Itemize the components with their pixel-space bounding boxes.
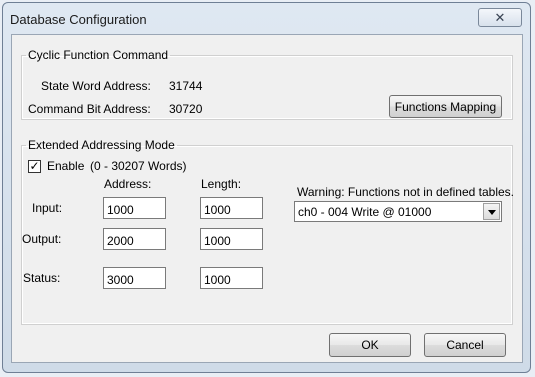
close-icon: ✕ — [494, 10, 506, 25]
database-configuration-dialog: Database Configuration ✕ Cyclic Function… — [2, 2, 531, 373]
dialog-client-area: Cyclic Function Command State Word Addre… — [11, 34, 523, 363]
address-column-header: Address: — [104, 177, 152, 191]
status-length-field[interactable] — [200, 267, 263, 289]
input-length-field[interactable] — [200, 197, 263, 219]
cancel-button[interactable]: Cancel — [424, 333, 506, 357]
state-word-address-value: 31744 — [169, 79, 203, 93]
enable-checkbox[interactable]: ✓ — [28, 160, 41, 173]
warning-text: Warning: Functions not in defined tables… — [297, 185, 515, 199]
cyclic-function-command-legend: Cyclic Function Command — [28, 48, 169, 62]
state-word-address-label: State Word Address: — [41, 79, 151, 93]
status-label: Status: — [23, 271, 61, 285]
function-select[interactable]: ch0 - 004 Write @ 01000 — [294, 201, 502, 222]
command-bit-address-label: Command Bit Address: — [28, 102, 151, 116]
dropdown-arrow-icon[interactable] — [483, 203, 500, 220]
close-button[interactable]: ✕ — [478, 8, 522, 27]
output-address-field[interactable] — [103, 228, 166, 250]
command-bit-address-value: 30720 — [169, 102, 203, 116]
extended-addressing-mode-legend: Extended Addressing Mode — [28, 138, 175, 152]
input-address-field[interactable] — [103, 197, 166, 219]
output-length-field[interactable] — [200, 228, 263, 250]
enable-label: Enable — [47, 159, 85, 173]
checkmark-icon: ✓ — [29, 159, 40, 173]
function-select-value: ch0 - 004 Write @ 01000 — [298, 205, 432, 219]
enable-range-label: (0 - 30207 Words) — [90, 159, 187, 173]
dialog-title: Database Configuration — [10, 12, 147, 27]
output-label: Output: — [22, 232, 62, 246]
title-bar[interactable]: Database Configuration ✕ — [3, 3, 530, 35]
input-label: Input: — [32, 201, 63, 215]
length-column-header: Length: — [201, 177, 242, 191]
status-address-field[interactable] — [103, 267, 166, 289]
functions-mapping-button[interactable]: Functions Mapping — [389, 95, 502, 118]
ok-button[interactable]: OK — [329, 333, 411, 357]
